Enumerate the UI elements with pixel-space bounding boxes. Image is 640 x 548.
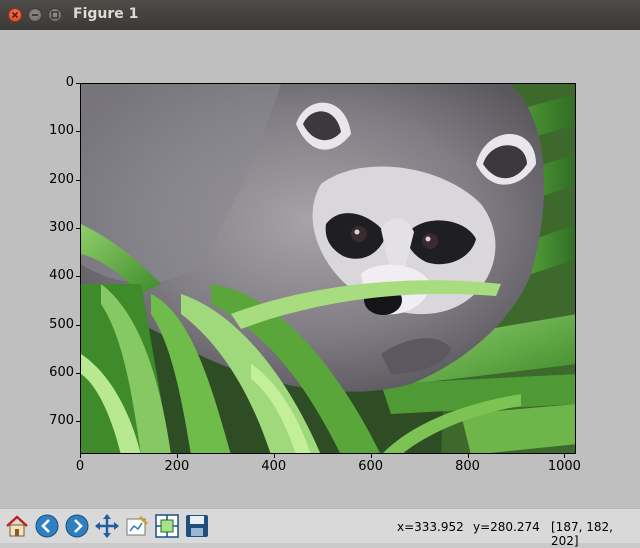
y-tick (76, 227, 80, 229)
y-tick (76, 276, 80, 278)
raccoon-image (81, 84, 575, 453)
y-tick-label: 200 (49, 171, 74, 187)
figure-canvas[interactable]: 0 100 200 300 400 500 600 700 0 200 400 600 800 1000 (0, 30, 640, 508)
x-tick-label: 1000 (547, 459, 581, 474)
save-button[interactable] (184, 513, 210, 539)
back-button[interactable] (34, 513, 60, 539)
x-tick (370, 454, 372, 458)
x-tick (80, 454, 81, 458)
pan-icon (95, 514, 119, 538)
cursor-y-readout: y=280.274 (473, 520, 540, 534)
minimize-window-button[interactable] (28, 8, 42, 22)
back-arrow-icon (35, 514, 59, 538)
y-tick (76, 421, 80, 423)
maximize-window-button[interactable] (48, 8, 62, 22)
home-button[interactable] (4, 513, 30, 539)
x-tick (467, 454, 469, 458)
home-icon (6, 515, 28, 537)
window-titlebar: Figure 1 (0, 0, 640, 31)
y-tick-label: 600 (49, 364, 74, 380)
save-icon (186, 515, 208, 537)
y-tick (76, 324, 80, 326)
cursor-x-readout: x=333.952 (397, 520, 464, 534)
y-tick (76, 131, 80, 133)
image-axes[interactable] (80, 83, 576, 454)
x-tick (273, 454, 275, 458)
y-tick-label: 700 (49, 413, 74, 429)
forward-arrow-icon (65, 514, 89, 538)
close-icon (11, 11, 19, 19)
x-tick-label: 600 (358, 459, 384, 474)
minimize-icon (32, 14, 38, 16)
pan-button[interactable] (94, 513, 120, 539)
y-tick-label: 300 (49, 219, 74, 235)
y-tick (76, 83, 80, 84)
x-tick-label: 800 (455, 459, 480, 474)
forward-button[interactable] (64, 513, 90, 539)
x-tick (564, 454, 566, 458)
x-tick-label: 0 (75, 459, 85, 474)
y-tick-label: 0 (65, 75, 74, 90)
subplots-icon (155, 514, 179, 538)
close-window-button[interactable] (8, 8, 22, 22)
y-tick (76, 372, 80, 374)
y-tick-label: 100 (49, 123, 74, 139)
maximize-icon (51, 11, 59, 19)
pixel-value-readout: [187, 182, 202] (551, 520, 613, 548)
edit-axis-button[interactable] (124, 513, 150, 539)
navigation-toolbar: x=333.952 y=280.274 [187, 182, 202] (0, 508, 640, 548)
y-tick (76, 179, 80, 181)
y-tick-label: 500 (49, 316, 74, 332)
x-tick-label: 400 (261, 459, 287, 474)
y-tick-label: 400 (49, 268, 74, 284)
edit-axis-icon (126, 515, 149, 536)
subplots-button[interactable] (154, 513, 180, 539)
x-tick (176, 454, 178, 458)
x-tick-label: 200 (164, 459, 190, 474)
window-title: Figure 1 (73, 6, 139, 22)
